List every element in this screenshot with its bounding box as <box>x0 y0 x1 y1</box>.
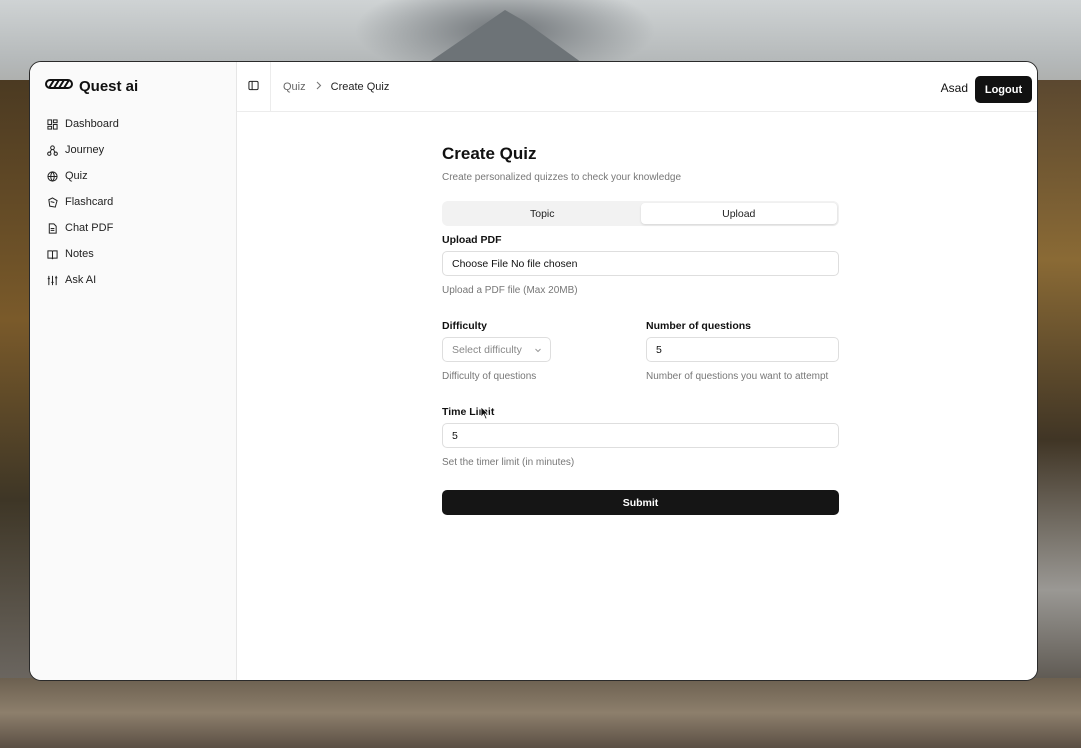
create-quiz-form: Create Quiz Create personalized quizzes … <box>442 144 839 515</box>
submit-button[interactable]: Submit <box>442 490 839 515</box>
breadcrumb-quiz-link[interactable]: Quiz <box>283 81 306 93</box>
background-lake <box>0 678 1081 748</box>
sidebar-item-notes[interactable]: Notes <box>30 241 236 267</box>
sidebar-item-flashcard[interactable]: Flashcard <box>30 189 236 215</box>
difficulty-placeholder: Select difficulty <box>452 343 522 356</box>
sidebar-item-quiz[interactable]: Quiz <box>30 163 236 189</box>
sidebar-item-label: Flashcard <box>65 196 114 208</box>
number-of-questions-help: Number of questions you want to attempt <box>646 371 829 382</box>
quiz-icon <box>47 170 58 182</box>
brand[interactable]: Quest ai <box>30 76 236 96</box>
sidebar: Quest ai Dashboard Journey Quiz Flashcar… <box>30 62 236 680</box>
sidebar-item-label: Quiz <box>65 170 88 182</box>
difficulty-label: Difficulty <box>442 320 487 332</box>
time-limit-input[interactable]: 5 <box>442 423 839 448</box>
panel-left-icon <box>248 78 259 96</box>
chevron-right-icon <box>315 81 322 93</box>
difficulty-help: Difficulty of questions <box>442 371 537 382</box>
journey-icon <box>47 144 58 156</box>
dashboard-icon <box>47 118 58 130</box>
infinity-logo-icon <box>45 77 73 95</box>
time-limit-label: Time Limit <box>442 406 495 418</box>
quiz-source-tabs: Topic Upload <box>442 201 839 226</box>
flashcard-icon <box>47 196 58 208</box>
sidebar-item-label: Chat PDF <box>65 222 114 234</box>
difficulty-questions-row: Difficulty Select difficulty Difficulty … <box>442 320 839 382</box>
upload-pdf-help: Upload a PDF file (Max 20MB) <box>442 285 578 296</box>
upload-pdf-label: Upload PDF <box>442 234 502 246</box>
main-panel: Quiz Create Quiz Asad Logout Create Quiz… <box>236 62 1037 680</box>
tab-topic[interactable]: Topic <box>444 203 641 224</box>
top-bar: Quiz Create Quiz Asad Logout <box>237 62 1037 112</box>
sidebar-item-label: Ask AI <box>65 274 97 286</box>
background-forest-right <box>1031 80 1081 680</box>
sliders-icon <box>47 275 58 286</box>
sidebar-item-ask-ai[interactable]: Ask AI <box>30 267 236 293</box>
sidebar-item-label: Notes <box>65 248 94 260</box>
document-icon <box>47 222 58 234</box>
sidebar-item-journey[interactable]: Journey <box>30 137 236 163</box>
upload-pdf-file-input[interactable]: Choose File No file chosen <box>442 251 839 276</box>
mouse-cursor-icon <box>480 406 492 420</box>
sidebar-toggle-button[interactable] <box>237 62 271 112</box>
number-of-questions-input[interactable]: 5 <box>646 337 839 362</box>
difficulty-select[interactable]: Select difficulty <box>442 337 551 362</box>
book-icon <box>47 249 58 260</box>
breadcrumb: Quiz Create Quiz <box>283 81 389 93</box>
background-mountain <box>425 10 585 65</box>
page-title: Create Quiz <box>442 144 537 163</box>
sidebar-item-chat-pdf[interactable]: Chat PDF <box>30 215 236 241</box>
tab-upload[interactable]: Upload <box>640 203 837 224</box>
app-window: Quest ai Dashboard Journey Quiz Flashcar… <box>29 61 1038 681</box>
chevron-down-icon <box>534 345 542 357</box>
time-limit-help: Set the timer limit (in minutes) <box>442 457 575 468</box>
sidebar-item-dashboard[interactable]: Dashboard <box>30 111 236 137</box>
sidebar-item-label: Dashboard <box>65 118 119 130</box>
brand-name: Quest ai <box>79 77 139 95</box>
logout-button[interactable]: Logout <box>975 76 1032 103</box>
difficulty-field: Difficulty Select difficulty Difficulty … <box>442 320 632 382</box>
breadcrumb-current: Create Quiz <box>330 80 390 93</box>
sidebar-item-label: Journey <box>65 144 105 156</box>
user-name: Asad <box>940 81 968 95</box>
number-of-questions-label: Number of questions <box>646 320 752 332</box>
page-subtitle: Create personalized quizzes to check you… <box>442 172 682 183</box>
number-of-questions-field: Number of questions 5 Number of question… <box>646 320 839 382</box>
